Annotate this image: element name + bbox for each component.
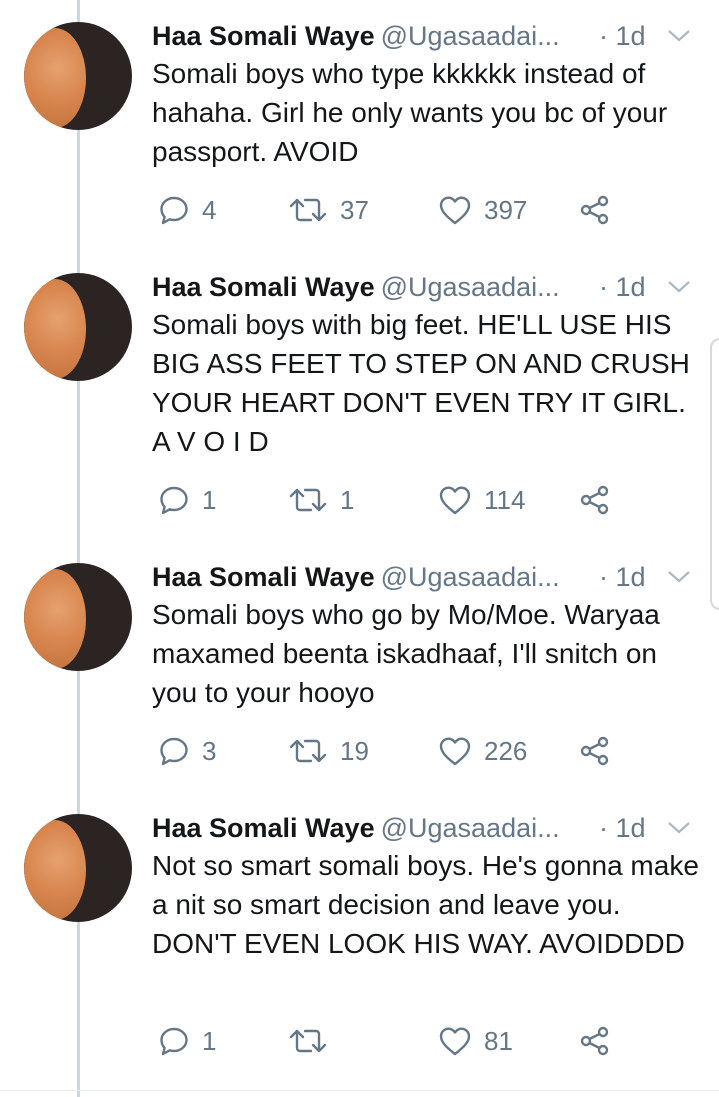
tweet[interactable]: Haa Somali Waye @Ugasaadai... · 1d Not so… bbox=[0, 792, 719, 1056]
chevron-down-icon[interactable] bbox=[666, 28, 692, 44]
share-button[interactable] bbox=[578, 480, 612, 520]
share-button[interactable] bbox=[578, 1021, 612, 1061]
like-count: 81 bbox=[484, 1025, 513, 1056]
reply-icon bbox=[160, 1027, 188, 1056]
tweet-header: Haa Somali Waye @Ugasaadai... · 1d bbox=[152, 808, 697, 848]
tweet-header: Haa Somali Waye @Ugasaadai... · 1d bbox=[152, 557, 697, 597]
retweet-button[interactable]: 37 bbox=[288, 190, 369, 230]
tweet[interactable]: Haa Somali Waye @Ugasaadai... · 1d Somali… bbox=[0, 251, 719, 515]
timestamp[interactable]: · 1d bbox=[599, 16, 646, 56]
tweet-text: Somali boys with big feet. HE'LL USE HIS… bbox=[152, 309, 690, 457]
share-icon bbox=[580, 736, 609, 766]
reply-count: 1 bbox=[202, 1025, 217, 1056]
reply-button[interactable]: 4 bbox=[158, 190, 216, 230]
display-name[interactable]: Haa Somali Waye bbox=[152, 813, 375, 843]
heart-icon bbox=[439, 1027, 471, 1056]
avatar[interactable] bbox=[24, 273, 132, 381]
display-name[interactable]: Haa Somali Waye bbox=[152, 562, 375, 592]
like-count: 226 bbox=[484, 735, 528, 766]
like-count: 397 bbox=[484, 194, 528, 225]
avatar[interactable] bbox=[24, 22, 132, 130]
timestamp[interactable]: · 1d bbox=[599, 267, 646, 307]
avatar[interactable] bbox=[24, 563, 132, 671]
timestamp[interactable]: · 1d bbox=[599, 557, 646, 597]
reply-button[interactable]: 3 bbox=[158, 731, 216, 771]
reply-count: 1 bbox=[202, 484, 217, 515]
action-bar: 3 19 226 bbox=[150, 731, 630, 771]
retweet-icon bbox=[289, 739, 327, 763]
heart-icon bbox=[439, 737, 471, 766]
action-bar: 4 37 397 bbox=[150, 190, 630, 230]
tweet-text: Not so smart somali boys. He's gonna mak… bbox=[152, 850, 699, 959]
username[interactable]: @Ugasaadai... bbox=[381, 272, 560, 302]
retweet-icon bbox=[289, 1029, 327, 1053]
tweet-header: Haa Somali Waye @Ugasaadai... · 1d bbox=[152, 16, 697, 56]
retweet-count: 19 bbox=[340, 735, 369, 766]
chevron-down-icon[interactable] bbox=[666, 279, 692, 295]
retweet-button[interactable] bbox=[288, 1021, 340, 1061]
retweet-button[interactable]: 1 bbox=[288, 480, 354, 520]
share-icon bbox=[580, 1026, 609, 1056]
action-bar: 1 1 114 bbox=[150, 480, 630, 520]
divider bbox=[0, 1090, 719, 1091]
retweet-count: 1 bbox=[340, 484, 355, 515]
retweet-button[interactable]: 19 bbox=[288, 731, 369, 771]
share-icon bbox=[580, 485, 609, 515]
chevron-down-icon[interactable] bbox=[666, 569, 692, 585]
action-bar: 1 81 bbox=[150, 1021, 630, 1061]
username[interactable]: @Ugasaadai... bbox=[381, 562, 560, 592]
chevron-down-icon[interactable] bbox=[666, 820, 692, 836]
timestamp[interactable]: · 1d bbox=[599, 808, 646, 848]
reply-button[interactable]: 1 bbox=[158, 1021, 216, 1061]
reply-icon bbox=[160, 737, 188, 766]
tweet[interactable]: Haa Somali Waye @Ugasaadai... · 1d Somali… bbox=[0, 541, 719, 791]
username[interactable]: @Ugasaadai... bbox=[381, 813, 560, 843]
reply-count: 3 bbox=[202, 735, 217, 766]
share-button[interactable] bbox=[578, 190, 612, 230]
retweet-icon bbox=[289, 198, 327, 222]
heart-icon bbox=[439, 486, 471, 515]
like-button[interactable]: 114 bbox=[438, 480, 525, 520]
tweet-header: Haa Somali Waye @Ugasaadai... · 1d bbox=[152, 267, 697, 307]
reply-icon bbox=[160, 486, 188, 515]
retweet-count: 37 bbox=[340, 194, 369, 225]
reply-count: 4 bbox=[202, 194, 217, 225]
tweet[interactable]: Haa Somali Waye @Ugasaadai... · 1d Somali… bbox=[0, 0, 719, 250]
display-name[interactable]: Haa Somali Waye bbox=[152, 21, 375, 51]
reply-icon bbox=[160, 196, 188, 225]
heart-icon bbox=[439, 196, 471, 225]
reply-button[interactable]: 1 bbox=[158, 480, 216, 520]
share-button[interactable] bbox=[578, 731, 612, 771]
like-button[interactable]: 226 bbox=[438, 731, 527, 771]
like-button[interactable]: 397 bbox=[438, 190, 527, 230]
avatar[interactable] bbox=[24, 814, 132, 922]
display-name[interactable]: Haa Somali Waye bbox=[152, 272, 375, 302]
username[interactable]: @Ugasaadai... bbox=[381, 21, 560, 51]
tweet-text: Somali boys who type kkkkkk instead of h… bbox=[152, 58, 668, 167]
tweet-text: Somali boys who go by Mo/Moe. Waryaa max… bbox=[152, 599, 660, 708]
share-icon bbox=[580, 195, 609, 225]
retweet-icon bbox=[289, 488, 327, 512]
like-button[interactable]: 81 bbox=[438, 1021, 513, 1061]
like-count: 114 bbox=[484, 484, 526, 515]
